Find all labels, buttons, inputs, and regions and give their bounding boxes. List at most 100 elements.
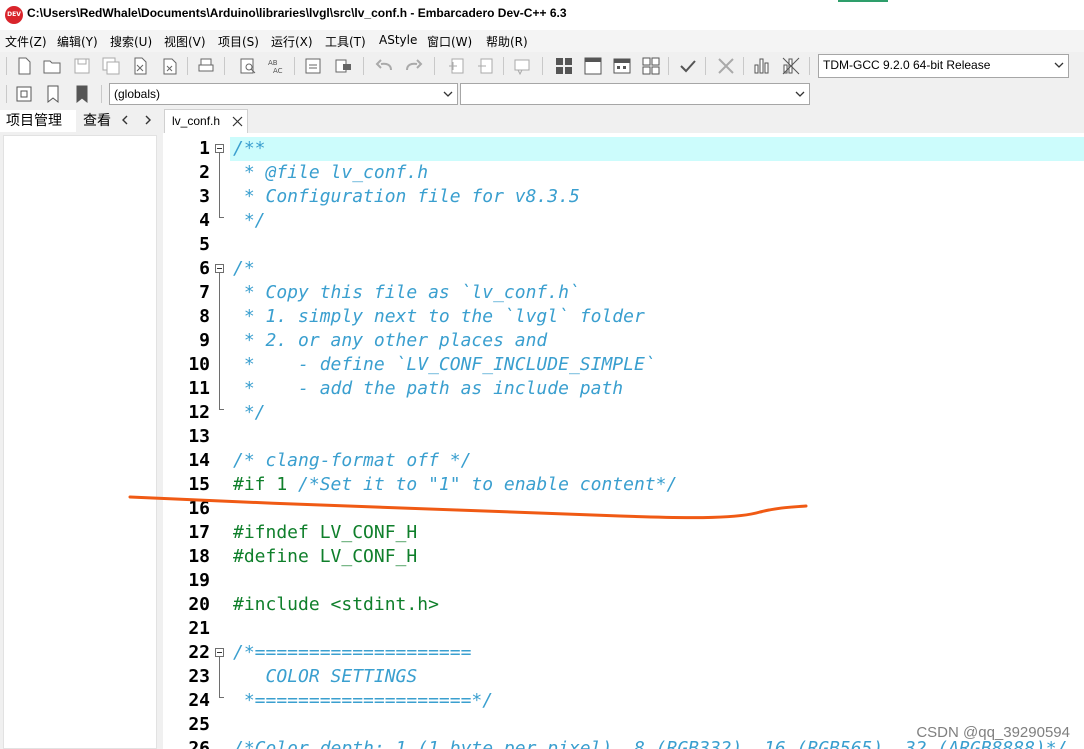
find-icon[interactable] <box>238 56 258 76</box>
menu-help[interactable]: 帮助(R) <box>486 33 528 50</box>
fold-end <box>219 409 224 410</box>
toolbar-separator <box>294 57 295 75</box>
close-icon[interactable] <box>232 116 243 127</box>
add-to-project-icon[interactable] <box>447 56 467 76</box>
toolbar-separator <box>6 85 7 103</box>
line-number: 17 <box>188 522 210 543</box>
tab-view[interactable]: 查看 <box>83 110 111 132</box>
code-line: #ifndef LV_CONF_H <box>233 521 417 545</box>
goto-bookmark-icon[interactable] <box>72 84 92 104</box>
chevron-down-icon <box>795 91 805 97</box>
code-line-text: * 2. or any other places and <box>233 330 548 351</box>
code-line-text: * Configuration file for v8.3.5 <box>233 186 580 207</box>
symbol-select[interactable] <box>460 83 810 105</box>
line-number: 1 <box>199 138 210 159</box>
code-line: * 1. simply next to the `lvgl` folder <box>233 305 645 329</box>
scope-select[interactable]: (globals) <box>109 83 458 105</box>
replace-icon[interactable]: ABAC <box>266 56 286 76</box>
toolbar-separator <box>809 57 810 75</box>
fold-end <box>219 217 224 218</box>
close-file-icon[interactable] <box>130 56 150 76</box>
compile-run-icon[interactable] <box>612 56 632 76</box>
code-editor[interactable]: 1 2 3 4 5 6 7 8 9 10 11 12 13 14 15 16 17 18 19 20 21 22 23 24 2… <box>163 133 1084 749</box>
profile-chart-icon[interactable] <box>752 56 772 76</box>
tab-project-manager[interactable]: 项目管理 <box>0 110 76 132</box>
code-line-text: /*==================== <box>233 642 472 663</box>
fold-toggle-icon[interactable] <box>215 648 224 657</box>
line-number: 19 <box>188 570 210 591</box>
project-options-icon[interactable] <box>512 56 532 76</box>
toggle-bookmark-icon[interactable] <box>333 56 353 76</box>
line-number: 16 <box>188 498 210 519</box>
menu-astyle[interactable]: AStyle <box>379 33 417 47</box>
toolbar-separator <box>6 57 7 75</box>
file-tab-label: lv_conf.h <box>172 114 221 128</box>
line-number: 12 <box>188 402 210 423</box>
print-icon[interactable] <box>196 56 216 76</box>
menu-file[interactable]: 文件(Z) <box>5 33 47 50</box>
line-number: 22 <box>188 642 210 663</box>
menu-tools[interactable]: 工具(T) <box>325 33 366 50</box>
delete-profile-icon[interactable] <box>781 56 801 76</box>
line-number: 2 <box>199 162 210 183</box>
fold-toggle-icon[interactable] <box>215 264 224 273</box>
compile-icon[interactable] <box>554 56 574 76</box>
fold-line <box>219 273 220 409</box>
redo-icon[interactable] <box>403 56 423 76</box>
code-line: /*==================== <box>233 641 471 665</box>
run-icon[interactable] <box>583 56 603 76</box>
line-number: 4 <box>199 210 210 231</box>
line-number: 7 <box>199 282 210 303</box>
project-tree[interactable] <box>3 135 157 749</box>
scope-select-value: (globals) <box>114 87 161 101</box>
code-line: COLOR SETTINGS <box>233 665 418 689</box>
code-line: * - define `LV_CONF_INCLUDE_SIMPLE` <box>233 353 656 377</box>
save-all-icon[interactable] <box>101 56 121 76</box>
code-line-text: COLOR SETTINGS <box>233 666 418 687</box>
save-icon[interactable] <box>72 56 92 76</box>
code-line: */ <box>233 401 266 425</box>
line-number: 6 <box>199 258 210 279</box>
insert-code-icon[interactable] <box>14 84 34 104</box>
close-all-icon[interactable] <box>160 56 180 76</box>
stop-execution-icon[interactable] <box>716 56 736 76</box>
line-number: 15 <box>188 474 210 495</box>
line-number: 21 <box>188 618 210 639</box>
tab-lv-conf-h[interactable]: lv_conf.h <box>164 109 248 133</box>
menu-view[interactable]: 视图(V) <box>164 33 206 50</box>
menu-project[interactable]: 项目(S) <box>218 33 259 50</box>
undo-icon[interactable] <box>375 56 395 76</box>
svg-text:AB: AB <box>268 59 278 67</box>
chevron-right-icon[interactable] <box>142 114 154 126</box>
line-number: 25 <box>188 714 210 735</box>
toolbar-separator <box>363 57 364 75</box>
line-number: 23 <box>188 666 210 687</box>
window-title: C:\Users\RedWhale\Documents\Arduino\libr… <box>27 6 567 20</box>
code-line-text: * Copy this file as `lv_conf.h` <box>233 282 580 303</box>
compiler-select[interactable]: TDM-GCC 9.2.0 64-bit Release <box>818 54 1069 78</box>
watermark: CSDN @qq_39290594 <box>916 724 1070 741</box>
menu-window[interactable]: 窗口(W) <box>427 33 472 50</box>
line-number: 24 <box>188 690 210 711</box>
fold-line <box>219 657 220 697</box>
menu-search[interactable]: 搜索(U) <box>110 33 152 50</box>
code-line-text: * @file lv_conf.h <box>233 162 429 183</box>
code-line: #if 1 /*Set it to "1" to enable content*… <box>233 473 677 497</box>
new-file-icon[interactable] <box>14 56 34 76</box>
goto-line-icon[interactable] <box>303 56 323 76</box>
syntax-check-icon[interactable] <box>678 56 698 76</box>
menu-edit[interactable]: 编辑(Y) <box>57 33 98 50</box>
remove-from-project-icon[interactable] <box>476 56 496 76</box>
code-line-text: /* <box>233 258 255 279</box>
menu-run[interactable]: 运行(X) <box>271 33 313 50</box>
toolbar-separator <box>542 57 543 75</box>
fold-toggle-icon[interactable] <box>215 144 224 153</box>
chevron-left-icon[interactable] <box>119 114 131 126</box>
toolbar-separator <box>434 57 435 75</box>
code-line-text: * - define `LV_CONF_INCLUDE_SIMPLE` <box>233 354 656 375</box>
code-line: * Configuration file for v8.3.5 <box>233 185 580 209</box>
open-folder-icon[interactable] <box>42 56 62 76</box>
rebuild-all-icon[interactable] <box>641 56 661 76</box>
code-line-text: #include <stdint.h> <box>233 594 439 615</box>
bookmark-icon[interactable] <box>43 84 63 104</box>
